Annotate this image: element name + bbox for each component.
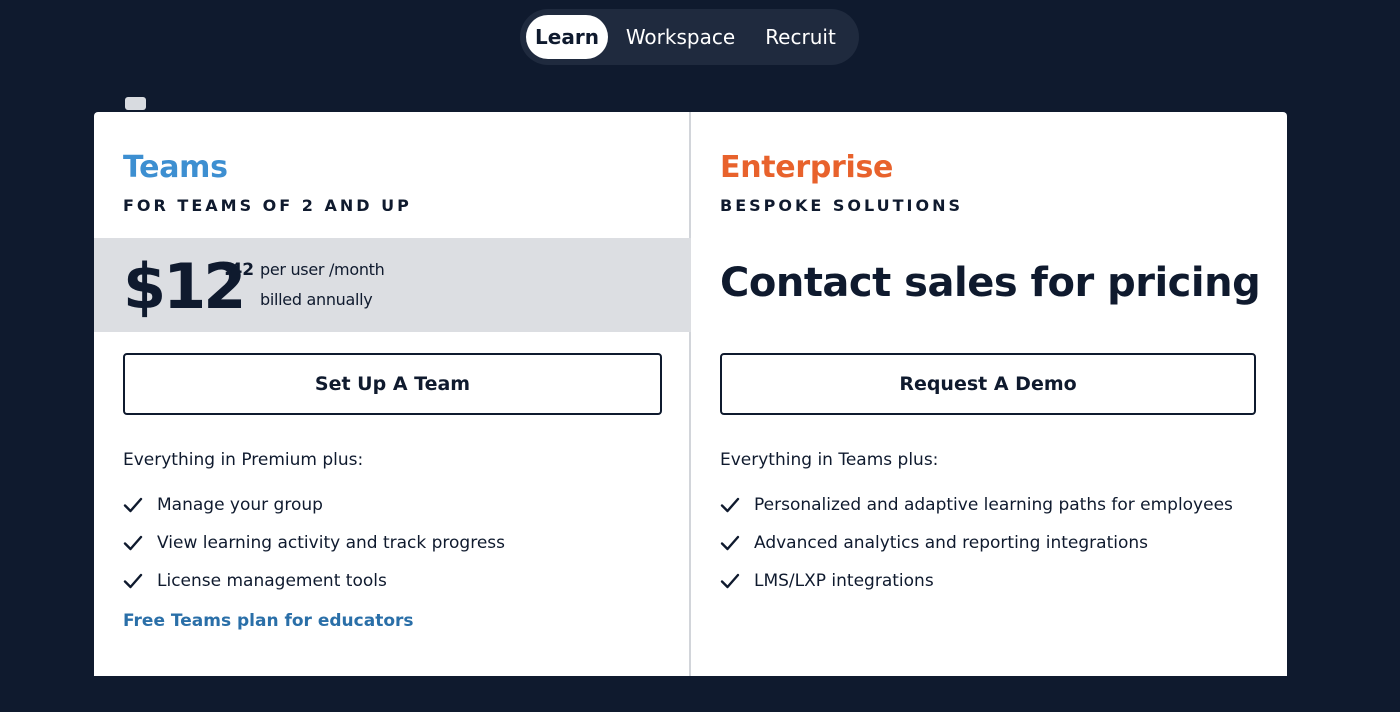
feature-label: LMS/LXP integrations [754,571,934,591]
set-up-team-button[interactable]: Set Up A Team [123,353,662,415]
checkmark-icon [123,571,157,591]
educators-plan-link[interactable]: Free Teams plan for educators [123,611,414,631]
tab-learn[interactable]: Learn [526,15,608,59]
checkmark-icon [123,533,157,553]
plan-subtitle: FOR TEAMS OF 2 AND UP [123,196,412,215]
list-item: License management tools [123,562,505,600]
plan-name: Teams [123,150,228,185]
plan-name: Enterprise [720,150,894,185]
checkmark-icon [720,495,754,515]
tab-workspace[interactable]: Workspace [608,15,753,59]
tab-recruit[interactable]: Recruit [753,15,848,59]
feature-label: License management tools [157,571,387,591]
list-item: Personalized and adaptive learning paths… [720,486,1233,524]
feature-label: Personalized and adaptive learning paths… [754,495,1233,515]
list-item: Manage your group [123,486,505,524]
list-item: Advanced analytics and reporting integra… [720,524,1233,562]
price-cents: .42 [224,260,255,280]
teams-plan-card: Teams FOR TEAMS OF 2 AND UP $12 .42 per … [94,112,691,676]
checkmark-icon [123,495,157,515]
price-billing: billed annually [260,290,373,309]
feature-list: Personalized and adaptive learning paths… [720,486,1233,600]
contact-sales-heading: Contact sales for pricing [720,260,1261,306]
features-intro: Everything in Premium plus: [123,450,364,470]
price-band: $12 .42 per user /month billed annually [94,238,691,332]
checkmark-icon [720,533,754,553]
request-demo-button[interactable]: Request A Demo [720,353,1256,415]
checkmark-icon [720,571,754,591]
plan-subtitle: BESPOKE SOLUTIONS [720,196,963,215]
list-item: View learning activity and track progres… [123,524,505,562]
feature-label: Manage your group [157,495,323,515]
price-unit: per user /month [260,260,385,279]
feature-label: View learning activity and track progres… [157,533,506,553]
features-intro: Everything in Teams plus: [720,450,939,470]
decorative-chip [125,97,146,110]
product-tab-switcher: Learn Workspace Recruit [520,9,859,65]
feature-label: Advanced analytics and reporting integra… [754,533,1149,553]
feature-list: Manage your group View learning activity… [123,486,505,600]
list-item: LMS/LXP integrations [720,562,1233,600]
pricing-panel: Teams FOR TEAMS OF 2 AND UP $12 .42 per … [94,112,1287,676]
enterprise-plan-card: Enterprise BESPOKE SOLUTIONS Contact sal… [691,112,1287,676]
